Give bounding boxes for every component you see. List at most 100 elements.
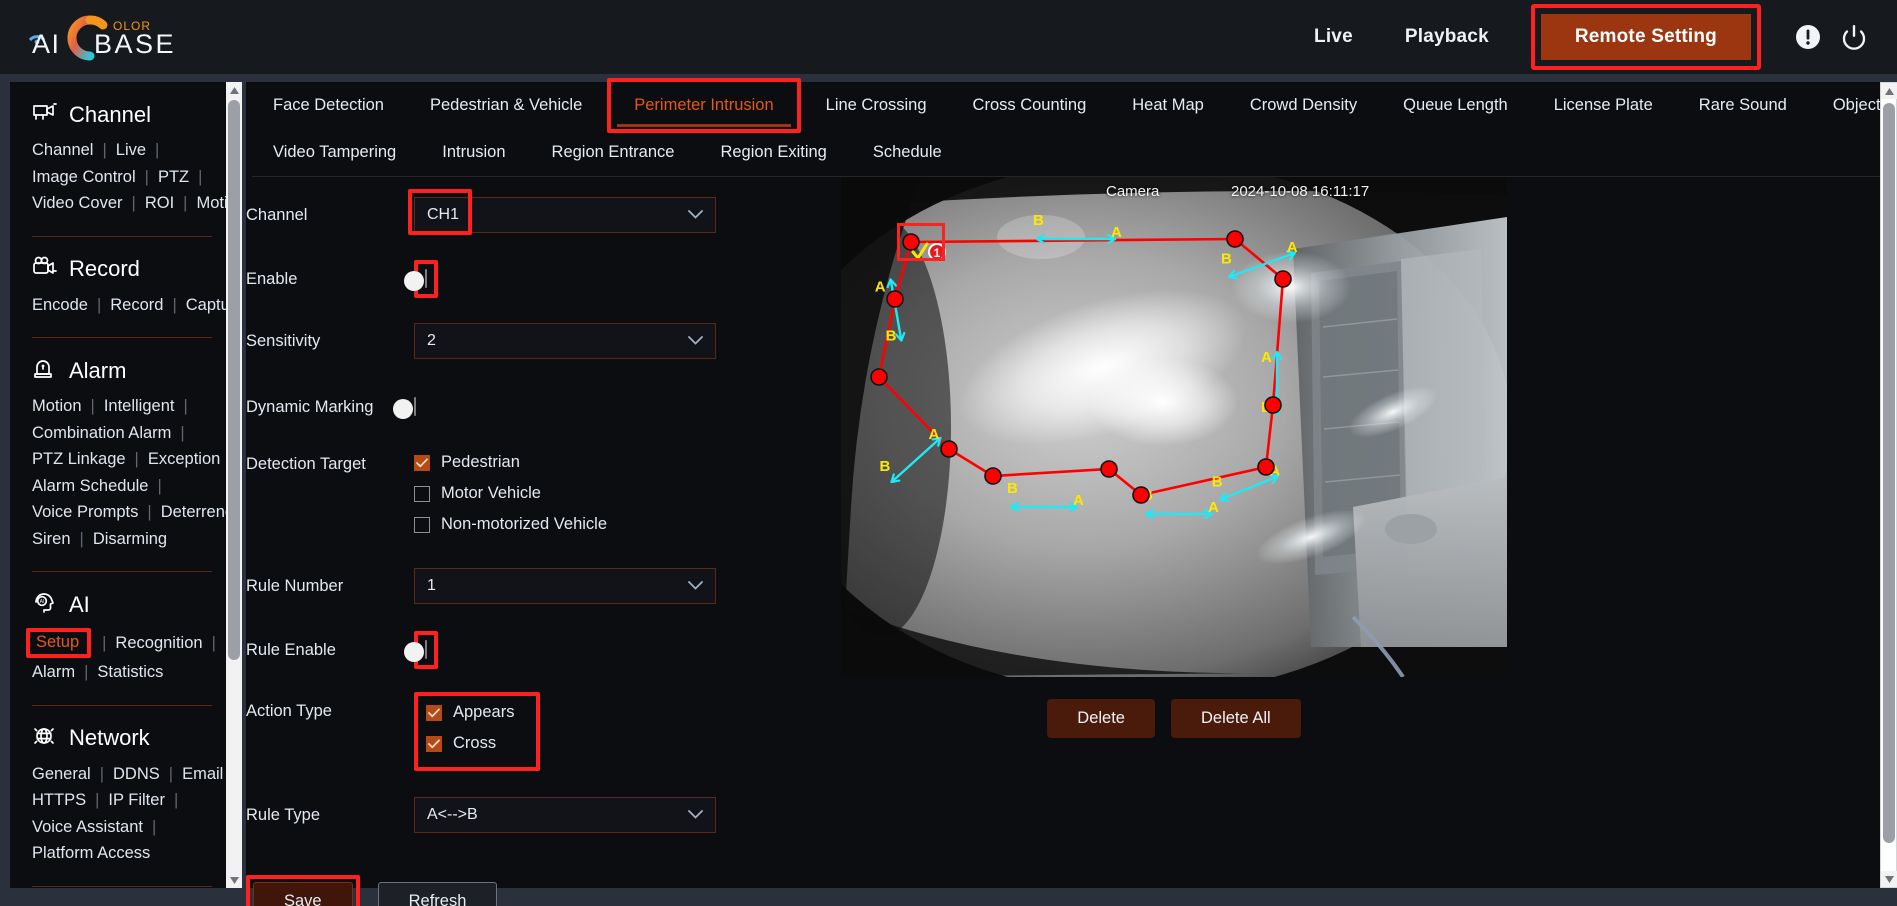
- sidebar-group-header[interactable]: AI AI: [32, 572, 226, 632]
- checkbox-checked-icon[interactable]: [414, 454, 430, 471]
- tab-queue-length[interactable]: Queue Length: [1380, 82, 1531, 129]
- tab-intrusion[interactable]: Intrusion: [419, 129, 528, 176]
- tab-region-exiting[interactable]: Region Exiting: [697, 129, 849, 176]
- sidebar-item-alarm[interactable]: Alarm: [32, 664, 75, 681]
- action-type-option-appears[interactable]: Appears: [426, 703, 514, 722]
- sidebar-item-combination-alarm[interactable]: Combination Alarm: [32, 424, 171, 442]
- rule-type-select[interactable]: A<-->B: [414, 797, 716, 833]
- refresh-button[interactable]: Refresh: [377, 882, 498, 906]
- tab-license-plate[interactable]: License Plate: [1531, 82, 1676, 129]
- tab-cross-counting[interactable]: Cross Counting: [950, 82, 1110, 129]
- polygon-vertex[interactable]: [984, 467, 1002, 485]
- sidebar-item-encode[interactable]: Encode: [32, 296, 88, 314]
- sidebar-item-live[interactable]: Live: [116, 142, 146, 159]
- action-type-option-cross[interactable]: Cross: [426, 734, 514, 753]
- sidebar-scroll-up-icon[interactable]: [226, 82, 242, 98]
- sidebar-scroll-down-icon[interactable]: [226, 872, 242, 888]
- main-scroll-up-icon[interactable]: [1881, 83, 1897, 99]
- sidebar-item-siren[interactable]: Siren: [32, 530, 71, 548]
- tab-schedule[interactable]: Schedule: [850, 129, 965, 176]
- polygon-vertex[interactable]: [1274, 270, 1292, 288]
- sidebar-group-header[interactable]: Network: [32, 706, 226, 766]
- tab-pedestrian-vehicle[interactable]: Pedestrian & Vehicle: [407, 82, 605, 129]
- polygon-vertex[interactable]: [1257, 458, 1275, 476]
- sidebar-item-platform-access[interactable]: Platform Access: [32, 845, 150, 862]
- sidebar-group-header[interactable]: Alarm: [32, 338, 226, 398]
- polygon-vertex[interactable]: [902, 233, 920, 251]
- sidebar-item-deterrence[interactable]: Deterrence: [161, 504, 226, 521]
- sidebar-scroll-thumb[interactable]: [228, 100, 240, 660]
- save-button[interactable]: Save: [253, 882, 353, 906]
- alert-circle-icon[interactable]: [1791, 20, 1825, 54]
- tab-video-tampering[interactable]: Video Tampering: [250, 129, 419, 176]
- dynamic-marking-toggle[interactable]: [393, 397, 416, 419]
- sidebar-group-header[interactable]: Channel: [32, 82, 226, 142]
- detection-target-option-motor-vehicle[interactable]: Motor Vehicle: [414, 484, 806, 503]
- detection-target-option-pedestrian[interactable]: Pedestrian: [414, 453, 806, 472]
- sidebar-item-disarming[interactable]: Disarming: [93, 530, 167, 548]
- checkbox-unchecked-icon[interactable]: [414, 516, 430, 533]
- sidebar-group-header[interactable]: Record: [32, 237, 226, 297]
- polygon-vertex[interactable]: [1100, 460, 1118, 478]
- main-scrollbar[interactable]: [1880, 82, 1897, 888]
- sidebar-item-email[interactable]: Email: [182, 765, 223, 783]
- tab-face-detection[interactable]: Face Detection: [250, 82, 407, 129]
- remote-setting-button[interactable]: Remote Setting: [1540, 14, 1751, 60]
- delete-button[interactable]: Delete: [1047, 699, 1155, 738]
- sidebar-item-image-control[interactable]: Image Control: [32, 168, 136, 186]
- sidebar-item-video-cover[interactable]: Video Cover: [32, 195, 123, 212]
- polygon-vertex[interactable]: [870, 368, 888, 386]
- sidebar-link-row: Voice Assistant |: [32, 818, 226, 836]
- checkbox-checked-icon[interactable]: [426, 735, 442, 752]
- detection-target-option-non-motorized-vehicle[interactable]: Non-motorized Vehicle: [414, 515, 806, 534]
- sidebar-item-motion[interactable]: Motion: [196, 195, 226, 212]
- main-scroll-thumb[interactable]: [1883, 103, 1895, 843]
- topnav-item-playback[interactable]: Playback: [1379, 26, 1515, 48]
- sidebar-item-motion[interactable]: Motion: [32, 398, 82, 415]
- sidebar-item-general[interactable]: General: [32, 765, 91, 783]
- power-icon[interactable]: [1837, 20, 1871, 54]
- sidebar-item-setup[interactable]: Setup: [36, 633, 79, 651]
- sidebar-item-recognition[interactable]: Recognition: [115, 635, 202, 652]
- sidebar-item-intelligent[interactable]: Intelligent: [104, 398, 175, 415]
- sidebar-scrollbar[interactable]: [226, 82, 242, 888]
- rule-enable-toggle[interactable]: [404, 640, 427, 662]
- sidebar-item-capture[interactable]: Capture: [186, 296, 226, 314]
- rule-number-select[interactable]: 1: [414, 568, 716, 604]
- sidebar-item-alarm-schedule[interactable]: Alarm Schedule: [32, 477, 148, 495]
- polygon-vertex[interactable]: [886, 290, 904, 308]
- enable-toggle[interactable]: [404, 269, 427, 291]
- sidebar-item-voice-assistant[interactable]: Voice Assistant: [32, 818, 143, 836]
- sensitivity-select[interactable]: 2: [414, 323, 716, 359]
- sidebar-item-statistics[interactable]: Statistics: [97, 664, 163, 681]
- sidebar-item-record[interactable]: Record: [110, 296, 163, 314]
- delete-all-button[interactable]: Delete All: [1170, 699, 1301, 738]
- sidebar-item-https[interactable]: HTTPS: [32, 792, 86, 809]
- channel-select[interactable]: CH1: [414, 197, 716, 233]
- tab-region-entrance[interactable]: Region Entrance: [529, 129, 698, 176]
- sidebar-item-voice-prompts[interactable]: Voice Prompts: [32, 504, 138, 521]
- polygon-vertex[interactable]: [1226, 230, 1244, 248]
- tab-perimeter-intrusion[interactable]: Perimeter Intrusion: [611, 82, 796, 129]
- tab-crowd-density[interactable]: Crowd Density: [1227, 82, 1380, 129]
- polygon-vertex[interactable]: [1132, 486, 1150, 504]
- video-preview[interactable]: Camera 2024-10-08 16:11:17 ABABABABABABA…: [841, 177, 1507, 677]
- sidebar-item-ddns[interactable]: DDNS: [113, 765, 160, 783]
- checkbox-unchecked-icon[interactable]: [414, 485, 430, 502]
- tab-rare-sound[interactable]: Rare Sound: [1676, 82, 1810, 129]
- checkbox-checked-icon[interactable]: [426, 704, 442, 721]
- sidebar-item-ptz-linkage[interactable]: PTZ Linkage: [32, 451, 126, 468]
- polygon-vertex[interactable]: [940, 440, 958, 458]
- sidebar-item-ip-filter[interactable]: IP Filter: [108, 792, 165, 809]
- tab-line-crossing[interactable]: Line Crossing: [803, 82, 950, 129]
- sidebar-item-roi[interactable]: ROI: [145, 195, 174, 212]
- sidebar-item-channel[interactable]: Channel: [32, 142, 93, 159]
- polygon-vertex[interactable]: [1264, 396, 1282, 414]
- perimeter-rule-overlay[interactable]: ABABABABABABABAB1: [841, 177, 1507, 677]
- main-scroll-down-icon[interactable]: [1881, 871, 1897, 887]
- sidebar-item-ptz[interactable]: PTZ: [158, 168, 189, 186]
- topnav-item-live[interactable]: Live: [1288, 26, 1379, 48]
- sidebar-item-exception[interactable]: Exception: [148, 451, 220, 468]
- app-logo[interactable]: AI BASE OLOR: [18, 14, 238, 62]
- tab-heat-map[interactable]: Heat Map: [1109, 82, 1227, 129]
